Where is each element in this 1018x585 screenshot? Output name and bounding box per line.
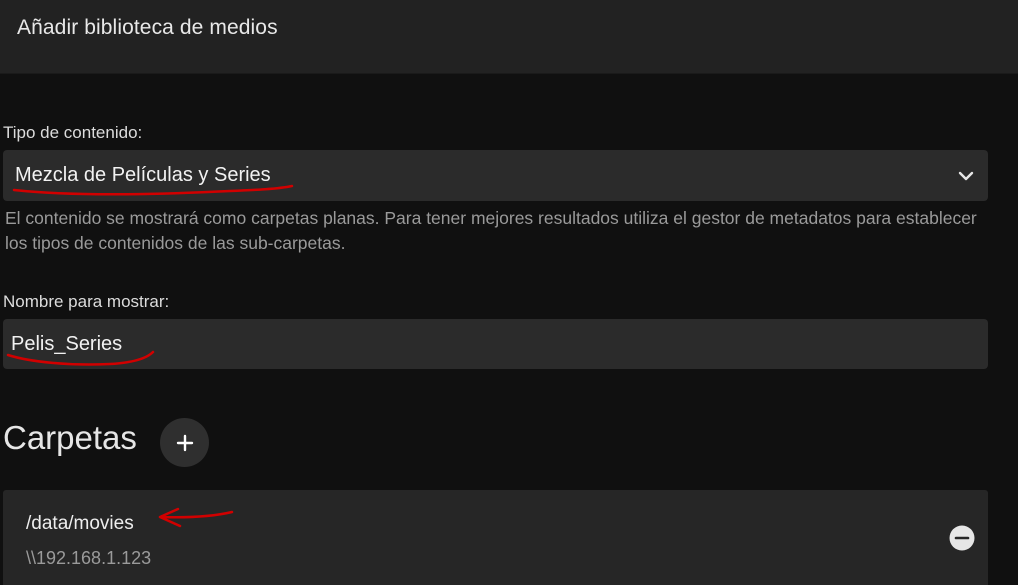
folder-list-item[interactable]: /data/movies \\192.168.1.123 xyxy=(3,490,988,585)
folder-network-path: \\192.168.1.123 xyxy=(26,548,152,568)
dialog-header: Añadir biblioteca de medios xyxy=(0,0,1018,74)
chevron-down-icon xyxy=(958,171,974,181)
dialog-title: Añadir biblioteca de medios xyxy=(17,16,278,39)
content-type-selected-value: Mezcla de Películas y Series xyxy=(15,164,271,186)
content-type-select[interactable]: Mezcla de Películas y Series xyxy=(3,150,988,201)
plus-icon xyxy=(176,434,193,451)
content-type-description: El contenido se mostrará como carpetas p… xyxy=(5,208,977,253)
add-folder-button[interactable] xyxy=(160,418,209,467)
remove-folder-button[interactable] xyxy=(949,525,975,551)
folder-path: /data/movies xyxy=(26,513,134,534)
display-name-label: Nombre para mostrar: xyxy=(3,292,170,311)
display-name-input[interactable] xyxy=(3,319,988,369)
add-media-library-dialog: Añadir biblioteca de medios Tipo de cont… xyxy=(0,0,1018,585)
content-type-label: Tipo de contenido: xyxy=(3,123,143,142)
folders-section-title: Carpetas xyxy=(3,419,137,456)
